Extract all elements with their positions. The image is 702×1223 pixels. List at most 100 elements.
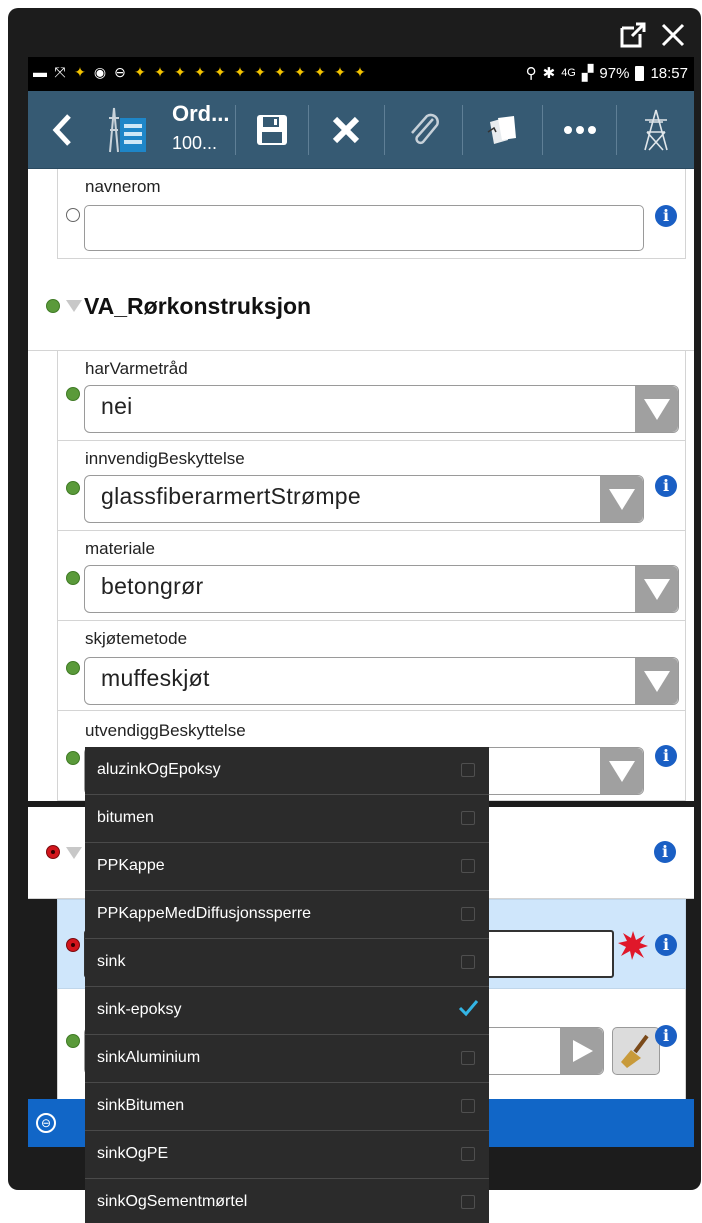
skjotemetode-select[interactable]: muffeskjøt (84, 657, 679, 705)
dropdown-arrow-icon[interactable] (635, 386, 678, 432)
option-label: PPKappeMedDiffusjonssperre (97, 905, 312, 922)
checkmark-icon[interactable] (457, 997, 479, 1019)
dropdown-option[interactable]: PPKappeMedDiffusjonssperre (85, 891, 489, 939)
notification-icons: ▬ ⤧ ✦ ◉ ⊖ ✦ ✦ ✦ ✦ ✦ ✦ ✦ ✦ ✦ ✦ ✦ ✦ (32, 64, 368, 80)
select-value: betongrør (101, 573, 204, 599)
field-label: utvendiggBeskyttelse (85, 721, 246, 740)
eye-icon: ◉ (93, 64, 107, 80)
select-value: nei (101, 393, 133, 419)
status-dot (66, 571, 80, 585)
play-arrow-icon[interactable] (560, 1028, 603, 1074)
innvendigbeskyttelse-select[interactable]: glassfiberarmertStrømpe (84, 475, 644, 523)
field-materiale: materiale betongrør (57, 531, 686, 621)
app-notification-icon: ✦ (234, 64, 246, 80)
clock: 18:57 (650, 64, 688, 82)
field-label: skjøtemetode (85, 629, 188, 648)
toolbar-divider (542, 105, 543, 155)
dropdown-arrow-icon[interactable] (600, 748, 643, 794)
dropdown-option[interactable]: bitumen (85, 795, 489, 843)
info-icon[interactable]: i (655, 934, 677, 956)
checkbox[interactable] (461, 763, 475, 777)
dropdown-option[interactable]: sinkOgPE (85, 1131, 489, 1179)
dropdown-option[interactable]: sink (85, 939, 489, 987)
checkbox[interactable] (461, 907, 475, 921)
app-notification-icon: ✦ (154, 64, 166, 80)
dropdown-option[interactable]: PPKappe (85, 843, 489, 891)
checkbox[interactable] (461, 811, 475, 825)
object-title[interactable]: Ord... 100... (172, 101, 229, 154)
dropdown-option[interactable]: aluzinkOgEpoksy (85, 747, 489, 795)
app-notification-icon: ✦ (74, 64, 86, 80)
materiale-select[interactable]: betongrør (84, 565, 679, 613)
close-icon[interactable] (656, 18, 690, 52)
collapse-triangle-icon[interactable] (66, 847, 82, 859)
dropdown-option[interactable]: sinkOgSementmørtel (85, 1179, 489, 1223)
option-label: bitumen (97, 809, 154, 826)
app-notification-icon: ✦ (334, 64, 346, 80)
section-header[interactable]: VA_Rørkonstruksjon (28, 259, 694, 351)
dropdown-option[interactable]: sinkAluminium (85, 1035, 489, 1083)
navnerom-input[interactable] (84, 205, 644, 251)
option-label: sink (97, 953, 126, 970)
bluetooth-icon: ✱ (542, 65, 556, 82)
dropdown-option[interactable]: sink-epoksy (85, 987, 489, 1035)
info-icon[interactable]: i (655, 745, 677, 767)
window-controls (8, 8, 701, 64)
attach-button[interactable] (396, 91, 452, 169)
field-label: navnerom (85, 177, 161, 196)
network-label: 4G (561, 67, 576, 79)
checkbox[interactable] (461, 1099, 475, 1113)
field-navnerom: navnerom i (57, 169, 686, 259)
collapse-triangle-icon[interactable] (66, 300, 82, 312)
dropdown-arrow-icon[interactable] (600, 476, 643, 522)
popout-icon[interactable] (616, 18, 650, 52)
documents-icon (487, 116, 516, 144)
clear-button[interactable] (612, 1027, 660, 1075)
field-label: harVarmetråd (85, 359, 188, 378)
more-button[interactable] (552, 91, 608, 169)
pylon-button[interactable] (628, 91, 684, 169)
documents-button[interactable] (474, 91, 530, 169)
back-button[interactable] (42, 91, 82, 169)
info-icon[interactable]: i (655, 475, 677, 497)
save-button[interactable] (244, 91, 300, 169)
status-dot (66, 661, 80, 675)
status-dot (66, 387, 80, 401)
status-bar: ▬ ⤧ ✦ ◉ ⊖ ✦ ✦ ✦ ✦ ✦ ✦ ✦ ✦ ✦ ✦ ✦ ✦ ⚲ ✱ 4G… (28, 57, 694, 91)
app-notification-icon: ✦ (174, 64, 186, 80)
toolbar-divider (235, 105, 236, 155)
toolbar-divider (462, 105, 463, 155)
link-icon[interactable]: ⊖ (36, 1113, 56, 1133)
object-title-text: Ord... (172, 101, 230, 126)
checkbox[interactable] (461, 859, 475, 873)
checkbox[interactable] (461, 955, 475, 969)
option-label: sinkAluminium (97, 1049, 201, 1066)
save-icon (257, 115, 287, 145)
location-icon: ⚲ (525, 65, 537, 82)
select-value: muffeskjøt (101, 665, 210, 691)
info-icon[interactable]: i (654, 841, 676, 863)
dropdown-arrow-icon[interactable] (635, 658, 678, 704)
dropdown-arrow-icon[interactable] (635, 566, 678, 612)
checkbox[interactable] (461, 1195, 475, 1209)
harvarmetrad-select[interactable]: nei (84, 385, 679, 433)
broom-icon (621, 1034, 649, 1068)
status-dot (66, 751, 80, 765)
status-dot (66, 1034, 80, 1048)
toolbar-divider (308, 105, 309, 155)
toolbar-divider (616, 105, 617, 155)
info-icon[interactable]: i (655, 205, 677, 227)
cancel-button[interactable] (318, 91, 374, 169)
dropdown-option[interactable]: sinkBitumen (85, 1083, 489, 1131)
battery-icon (635, 65, 645, 81)
option-label: sinkBitumen (97, 1097, 185, 1114)
app-notification-icon: ✦ (254, 64, 266, 80)
field-harvarmetrad: harVarmetråd nei (57, 351, 686, 441)
checkbox[interactable] (461, 1051, 475, 1065)
app-notification-icon: ✦ (134, 64, 146, 80)
pylon-icon (644, 109, 668, 151)
message-icon: ▬ (33, 64, 47, 80)
checkbox[interactable] (461, 1147, 475, 1161)
info-icon[interactable]: i (655, 1025, 677, 1047)
app-notification-icon: ✦ (194, 64, 206, 80)
